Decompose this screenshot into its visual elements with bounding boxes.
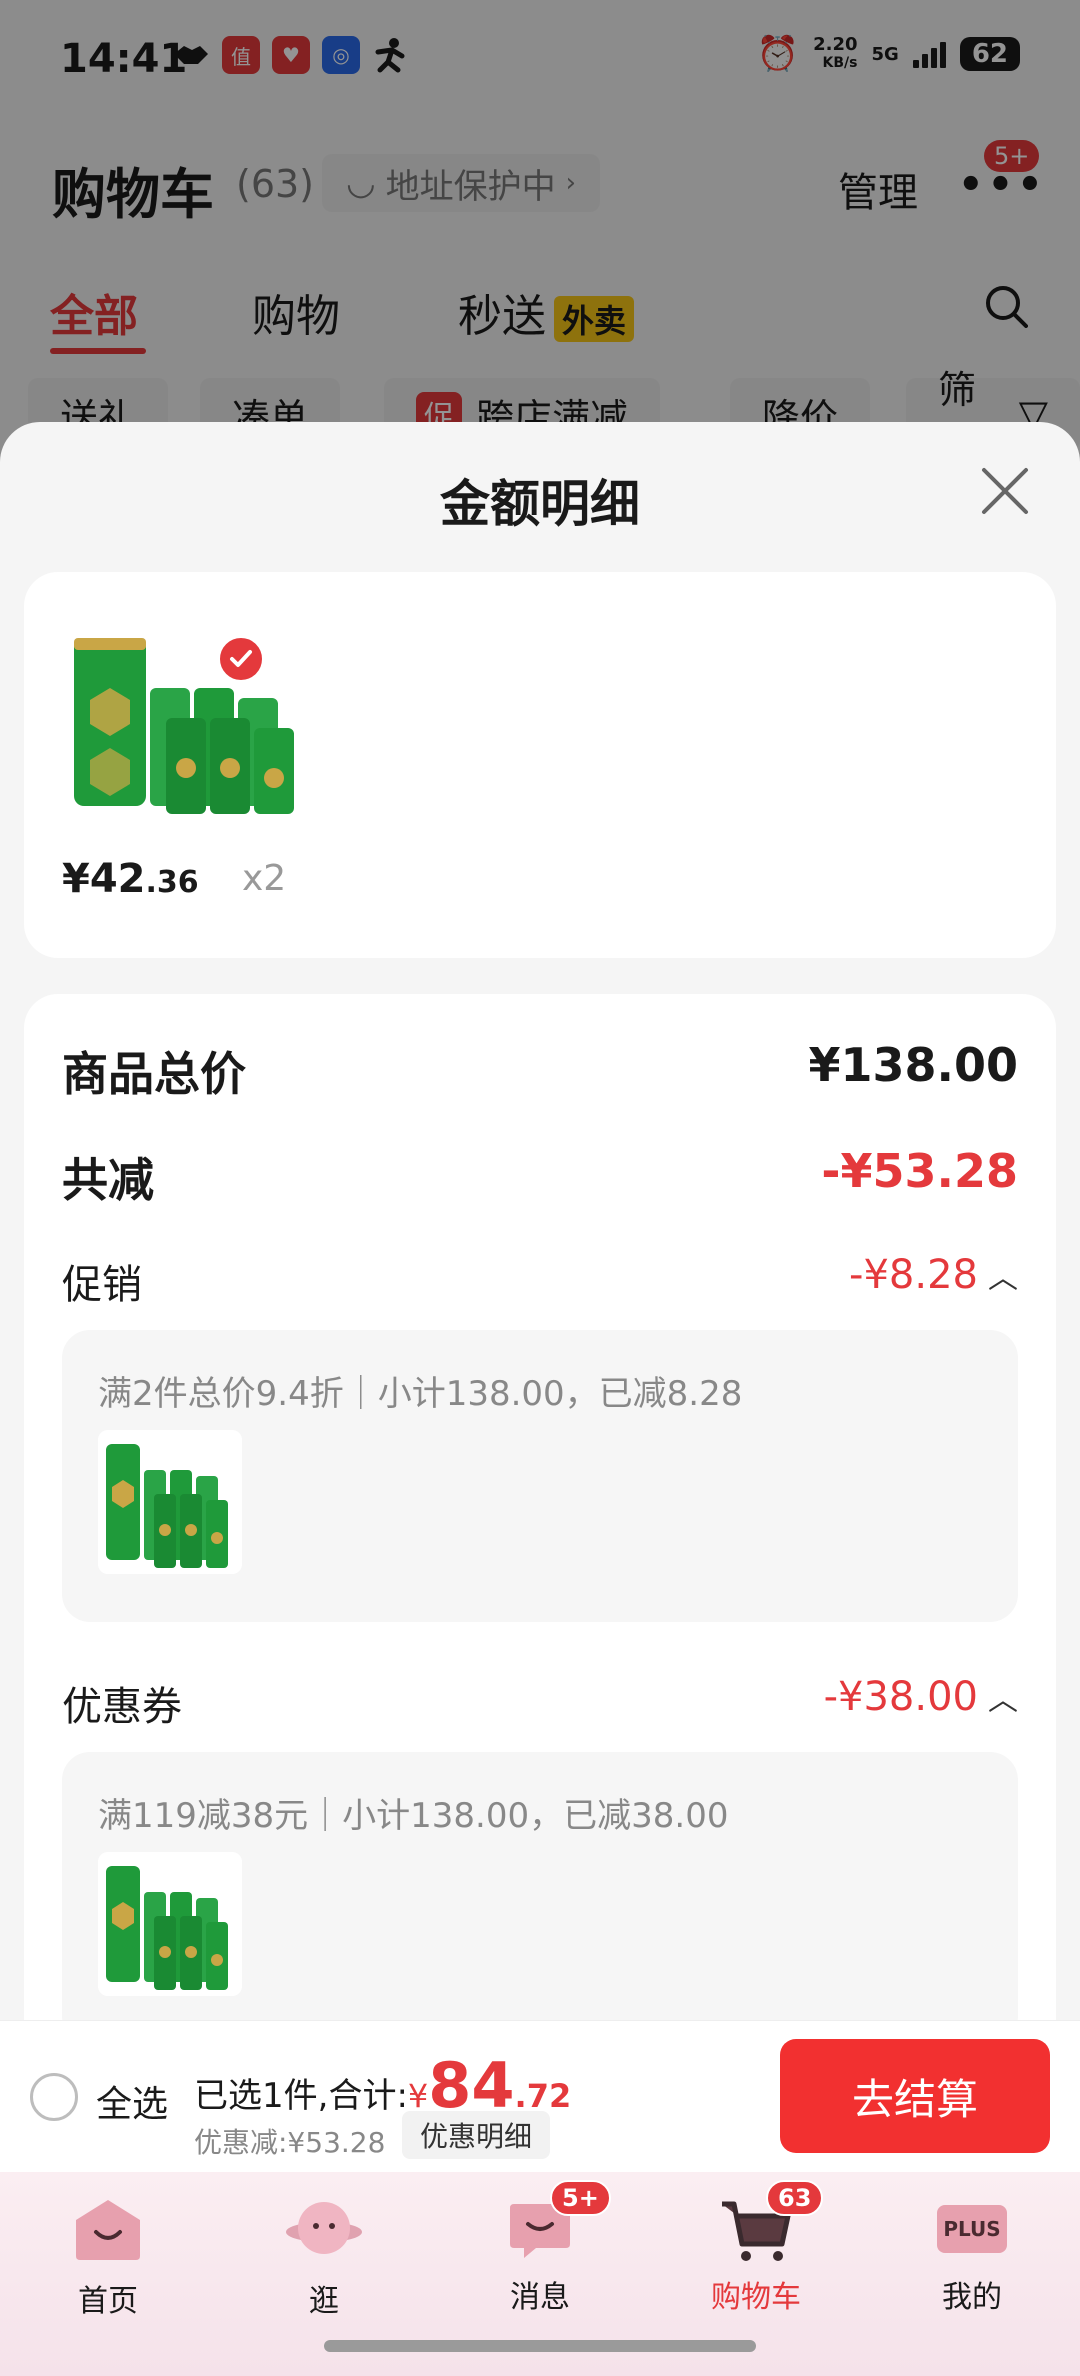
currency-symbol: ¥ [407,2077,429,2115]
planet-icon [286,2202,362,2254]
product-price: ¥42.36 [62,856,199,902]
sheet-title: 金额明细 [440,475,640,533]
discount-summary: 优惠减:¥53.28 [194,2126,386,2159]
promo-label: 促销 [62,1262,142,1308]
coupon-product-thumb[interactable] [98,1852,242,1996]
coupon-value-text: -¥38.00 [823,1674,978,1720]
plus-icon: PLUS [932,2194,1012,2264]
promo-desc: 满2件总价9.4折｜小计138.00，已减8.28 [98,1374,743,1414]
discount-detail-button[interactable]: 优惠明细 [402,2111,551,2159]
reduce-label: 共减 [62,1153,154,1207]
product-price-dec: .36 [145,865,199,900]
modal-overlay[interactable] [0,0,1080,470]
coupon-desc: 满119减38元｜小计138.00，已减38.00 [98,1796,729,1836]
plus-badge-text: PLUS [937,2205,1007,2253]
nav-home-label: 首页 [78,2284,138,2319]
coupon-detail-box: 满119减38元｜小计138.00，已减38.00 [62,1752,1018,2032]
coupon-value: -¥38.00 ︿ [824,1674,1018,1720]
nav-mine-label: 我的 [942,2280,1002,2315]
checkout-bar: 全选 已选1件,合计:¥84.72 优惠减:¥53.28 优惠明细 去结算 [0,2020,1080,2172]
selected-count-text: 已选1件,合计: [194,2076,408,2116]
product-price-int: ¥42 [62,856,146,902]
promo-value-text: -¥8.28 [849,1252,978,1298]
nav-cart-label: 购物车 [711,2280,801,2315]
nav-mine[interactable]: PLUS 我的 [882,2194,1062,2316]
product-qty: x2 [242,858,287,899]
messages-badge: 5+ [550,2180,611,2216]
chevron-up-icon: ︿ [988,1683,1018,1718]
total-amount-dec: .72 [514,2077,572,2115]
promo-detail-box: 满2件总价9.4折｜小计138.00，已减8.28 [62,1330,1018,1622]
nav-home[interactable]: 首页 [18,2194,198,2320]
cart-icon-wrap: 63 [716,2180,824,2264]
home-indicator [324,2340,756,2352]
select-all-label[interactable]: 全选 [96,2075,168,2127]
nav-cart[interactable]: 63 购物车 [666,2180,846,2316]
nav-messages-label: 消息 [510,2280,570,2315]
promo-product-thumb[interactable] [98,1430,242,1574]
selected-check-icon[interactable] [216,634,266,684]
chevron-up-icon: ︿ [988,1261,1018,1296]
home-icon [76,2200,140,2260]
amount-detail-sheet: 金额明细 ¥42.36 x2 商品总价 ¥138.00 共减 -¥53.28 促… [0,422,1080,2032]
nav-explore-label: 逛 [309,2284,339,2319]
select-all-radio[interactable] [30,2073,78,2121]
nav-explore[interactable]: 逛 [234,2194,414,2320]
cart-badge: 63 [766,2180,824,2216]
coupon-label: 优惠券 [62,1684,182,1730]
message-icon-wrap: 5+ [500,2180,611,2264]
nav-messages[interactable]: 5+ 消息 [450,2180,630,2316]
checkout-button[interactable]: 去结算 [780,2039,1050,2153]
price-breakdown-card: 商品总价 ¥138.00 共减 -¥53.28 促销 -¥8.28 ︿ 满2件总价… [24,994,1056,2032]
total-value: ¥138.00 [808,1038,1018,1092]
total-label: 商品总价 [62,1047,246,1101]
product-card: ¥42.36 x2 [24,572,1056,958]
promo-value: -¥8.28 ︿ [849,1252,1018,1298]
close-icon[interactable] [978,464,1032,518]
reduce-value: -¥53.28 [821,1144,1018,1198]
